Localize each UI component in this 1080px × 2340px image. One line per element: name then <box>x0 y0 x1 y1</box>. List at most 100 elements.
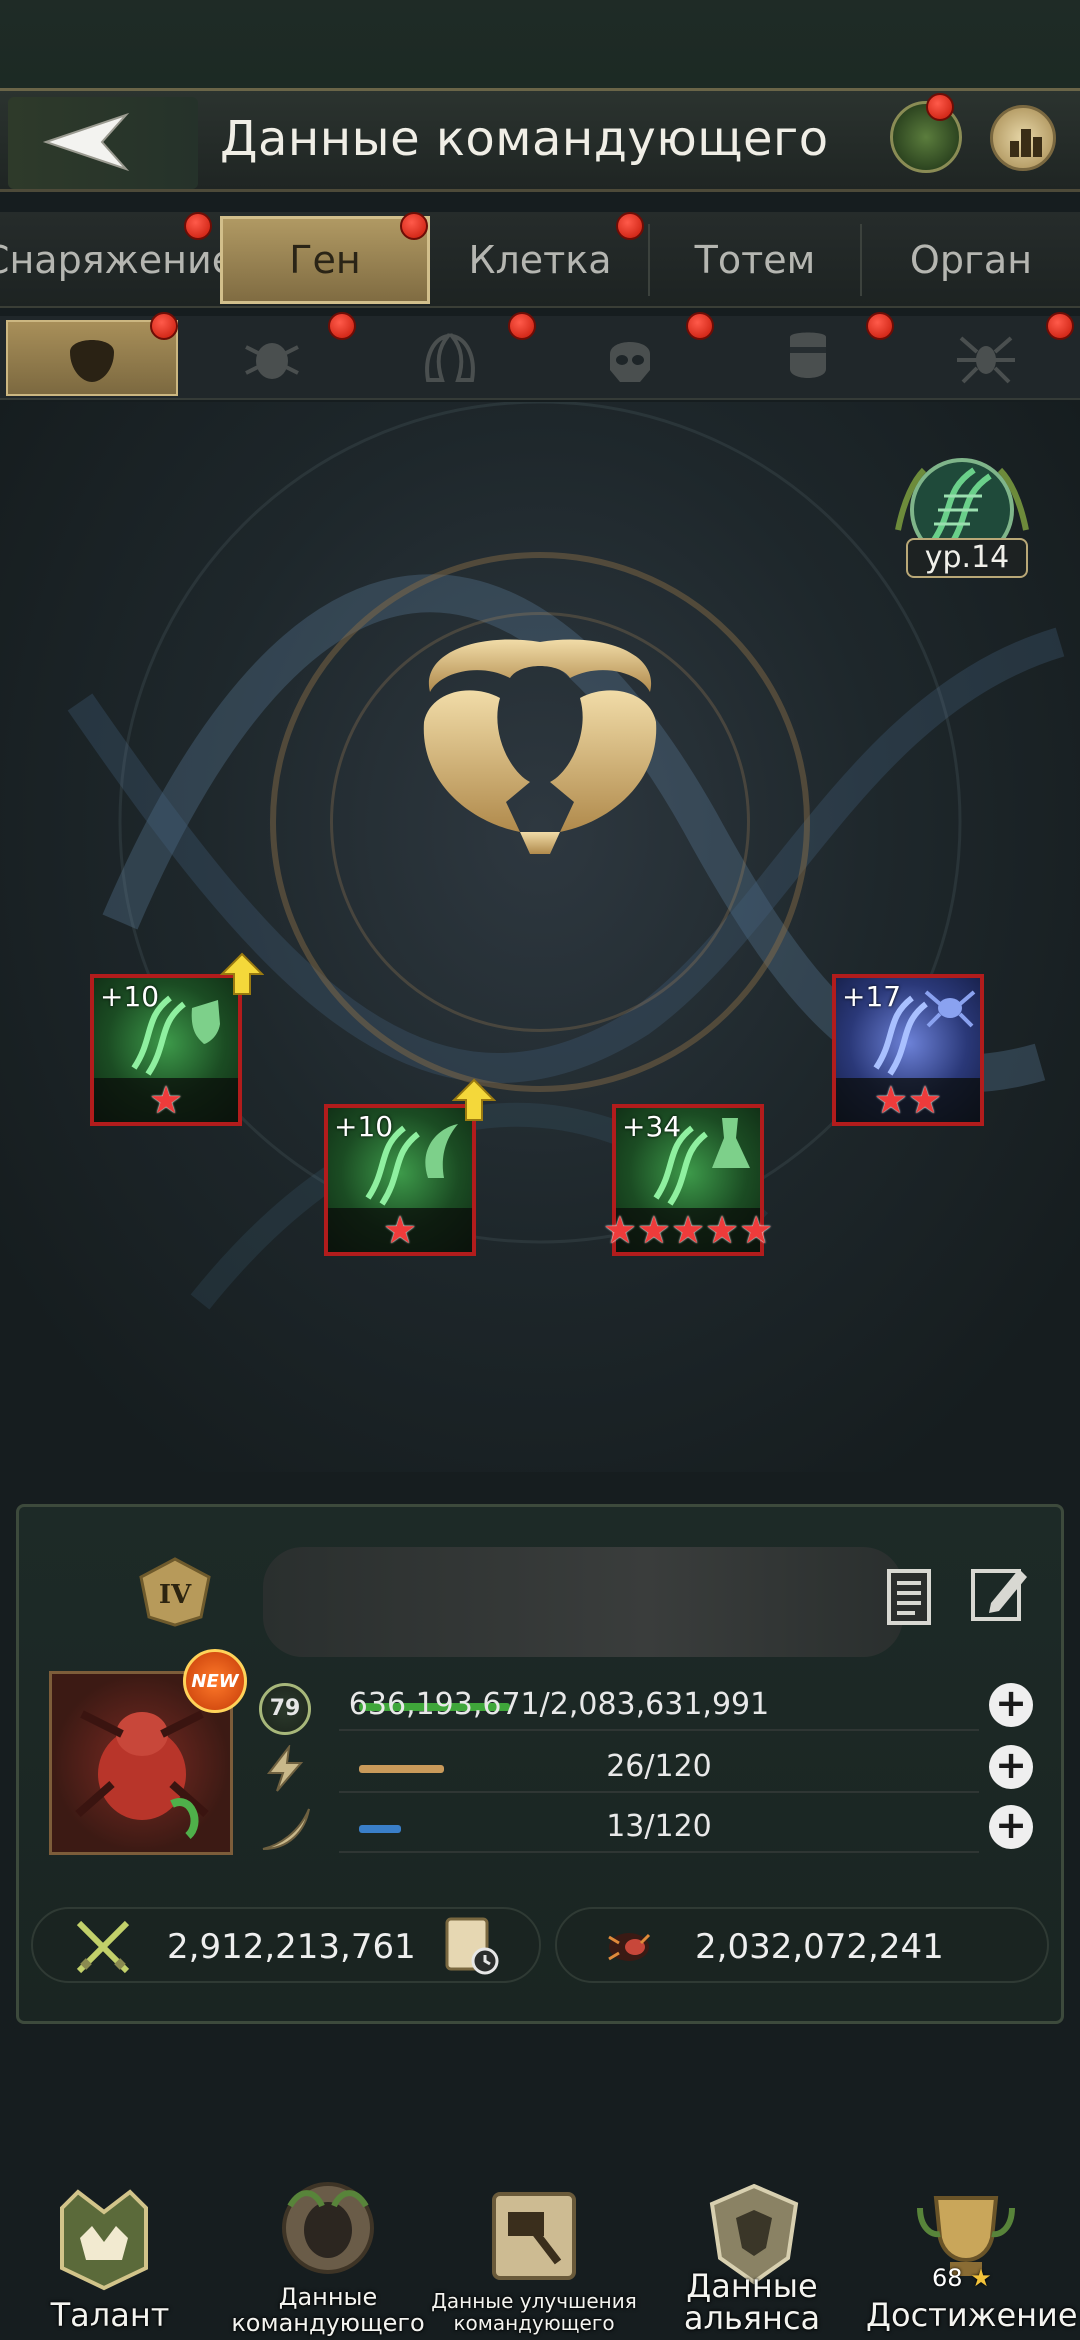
star-icon: ★ <box>873 1078 908 1122</box>
tab-bar: Снаряжение Ген Клетка Тотем Орган <box>0 212 1080 308</box>
tab-organ[interactable]: Орган <box>862 216 1080 304</box>
nav-label: Данные улучшения командующего <box>431 2289 637 2335</box>
edit-icon[interactable] <box>967 1561 1033 1627</box>
star-rating: ★ ★ <box>836 1078 980 1122</box>
energy-row: 26/120 + <box>259 1745 1049 1793</box>
star-icon: ★ <box>636 1208 671 1252</box>
divider <box>339 1729 979 1731</box>
star-icon: ★ <box>148 1078 184 1122</box>
kills-box: 2,032,072,241 <box>555 1907 1049 1983</box>
nav-commander-upgrade-data[interactable]: Данные улучшения командующего <box>431 2160 637 2340</box>
new-badge: NEW <box>183 1649 247 1713</box>
add-hp-button[interactable]: + <box>989 1683 1033 1727</box>
commander-info-panel: IV NEW 79 636,193,671/2,083,631,991 + 26… <box>16 1504 1064 2024</box>
nav-label: Данные командующего <box>231 2283 425 2337</box>
commander-data-icon <box>282 2182 374 2274</box>
nav-label: Достижение <box>866 2296 1078 2334</box>
notification-dot <box>328 312 356 340</box>
ant-mask-emblem-icon <box>423 639 657 854</box>
power-history-icon[interactable] <box>443 1915 501 1977</box>
nav-talent[interactable]: Талант <box>10 2160 210 2340</box>
back-arrow-icon <box>42 112 130 172</box>
stamina-value: 13/120 <box>606 1809 712 1844</box>
spider-icon <box>957 336 1015 384</box>
add-energy-button[interactable]: + <box>989 1745 1033 1789</box>
lightning-icon <box>266 1745 304 1792</box>
star-icon: ★ <box>382 1208 418 1252</box>
skull-icon <box>610 342 650 382</box>
ranking-button[interactable] <box>990 105 1056 171</box>
stamina-row: 13/120 + <box>259 1805 1049 1853</box>
hp-row: 79 636,193,671/2,083,631,991 + <box>259 1683 1049 1735</box>
notes-icon[interactable] <box>875 1565 939 1629</box>
header-bar: Данные командующего <box>0 88 1080 192</box>
gene-stage: ур.14 +10 ★ +10 ★ +34 ★ ★ ★ ★ ★ +17 ★ ★ <box>0 402 1080 1472</box>
gene-slot-shield[interactable]: +10 ★ <box>90 974 242 1126</box>
kills-ant-icon <box>608 1933 651 1961</box>
tab-gene[interactable]: Ген <box>220 216 430 304</box>
tab-label: Тотем <box>694 238 816 282</box>
star-icon: ★ <box>670 1208 706 1252</box>
tab-totem[interactable]: Тотем <box>650 216 860 304</box>
gene-enhance-level: +10 <box>334 1110 394 1143</box>
page-title: Данные командующего <box>220 111 829 167</box>
divider <box>339 1791 979 1793</box>
notification-dot <box>400 212 428 240</box>
talent-crown-icon <box>60 2189 148 2291</box>
nav-achievement[interactable]: 68 ★ Достижение <box>866 2160 1078 2340</box>
nav-commander-data[interactable]: Данные командующего <box>228 2160 428 2340</box>
star-icon: ★ <box>739 1208 774 1252</box>
energy-value: 26/120 <box>606 1749 712 1784</box>
divider <box>339 1851 979 1853</box>
star-rating: ★ ★ ★ ★ ★ <box>603 1208 773 1252</box>
achievement-count-value: 68 <box>932 2264 963 2292</box>
notification-dot <box>508 312 536 340</box>
tab-label: Снаряжение <box>0 238 236 282</box>
back-button[interactable] <box>8 97 198 189</box>
rank-emblem-icon: IV <box>139 1557 211 1627</box>
stamina-bar-fill <box>359 1825 402 1833</box>
subtab-bar <box>0 312 1080 400</box>
kills-value: 2,032,072,241 <box>695 1927 944 1967</box>
crossed-swords-icon <box>76 1920 130 1974</box>
notification-dot <box>616 212 644 240</box>
star-icon: ★ <box>908 1078 943 1122</box>
tab-label: Клетка <box>468 238 612 282</box>
gene-enhance-level: +10 <box>100 980 160 1013</box>
ant-mask-icon <box>70 340 114 382</box>
notification-dot <box>926 93 954 121</box>
gene-slot-claw[interactable]: +10 ★ <box>324 1104 476 1256</box>
upgrade-arrow-icon <box>220 952 264 995</box>
notification-dot <box>686 312 714 340</box>
rank-numeral: IV <box>159 1580 192 1610</box>
tab-label: Орган <box>909 238 1033 282</box>
power-value: 2,912,213,761 <box>167 1927 416 1967</box>
upgrade-arrow-icon <box>452 1078 496 1121</box>
gene-slot-ant[interactable]: +17 ★ ★ <box>832 974 984 1126</box>
star-rating: ★ <box>94 1078 238 1122</box>
commander-level-badge: 79 <box>259 1683 311 1735</box>
bottom-nav: Талант Данные командующего Данные улучше… <box>0 2160 1080 2340</box>
gene-enhance-level: +34 <box>622 1110 682 1143</box>
gene-slot-flask[interactable]: +34 ★ ★ ★ ★ ★ <box>603 1104 773 1256</box>
commander-name-field <box>263 1547 903 1657</box>
notification-dot <box>150 312 178 340</box>
add-stamina-button[interactable]: + <box>989 1805 1033 1849</box>
power-box: 2,912,213,761 <box>31 1907 541 1983</box>
gene-level-label: ур.14 <box>906 538 1028 578</box>
upgrade-hammer-icon <box>492 2192 576 2280</box>
nav-label: Данные альянса <box>683 2267 821 2337</box>
gene-enhance-level: +17 <box>842 980 902 1013</box>
mandibles-icon <box>425 333 475 382</box>
star-icon: ★ <box>705 1208 740 1252</box>
notification-dot <box>866 312 894 340</box>
nav-alliance-data[interactable]: Данные альянса <box>652 2160 852 2340</box>
hp-value: 636,193,671/2,083,631,991 <box>348 1687 770 1722</box>
beetle-icon <box>245 343 299 379</box>
achievement-count: 68 ★ <box>932 2264 992 2292</box>
shield-icon <box>790 332 826 378</box>
notification-dot <box>1046 312 1074 340</box>
top-strip <box>0 0 1080 90</box>
star-icon: ★ <box>602 1208 637 1252</box>
ranking-chart-icon <box>1010 129 1042 157</box>
